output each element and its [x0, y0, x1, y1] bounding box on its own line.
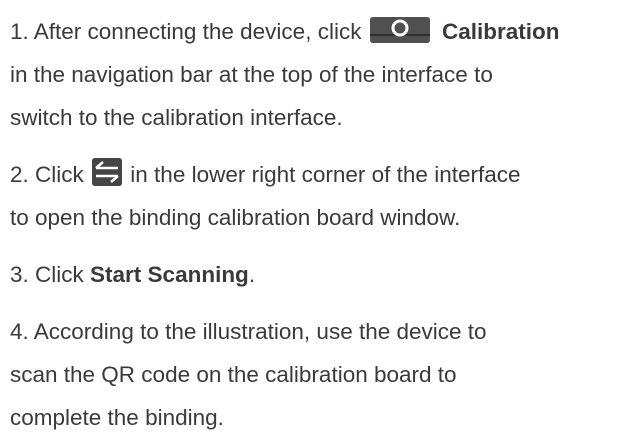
step-4: 4. According to the illustration, use th… [10, 310, 634, 439]
instruction-steps: 1. After connecting the device, click Ca… [0, 0, 634, 439]
step-1-number: 1. [10, 19, 29, 44]
swap-arrows-icon [92, 158, 123, 186]
step-4-number: 4. [10, 319, 29, 344]
step-2-text-post: in the lower right corner of the interfa… [130, 162, 521, 187]
step-3-text-pre: Click [35, 262, 91, 287]
step-3: 3. Click Start Scanning. [10, 253, 634, 296]
step-3-number: 3. [10, 262, 29, 287]
step-2-number: 2. [10, 162, 29, 187]
calibration-icon [369, 17, 430, 43]
step-3-line-1: 3. Click Start Scanning. [10, 253, 634, 296]
step-3-text-post: . [248, 262, 256, 287]
step-4-text-1: According to the illustration, use the d… [33, 319, 487, 344]
step-4-line-1: 4. According to the illustration, use th… [10, 310, 634, 353]
step-4-line-3: complete the binding. [10, 405, 224, 430]
step-2-line-1: 2. Click in the lower right corner of th… [10, 153, 634, 196]
step-2: 2. Click in the lower right corner of th… [10, 153, 634, 239]
step-1-text-pre: After connecting the device, click [33, 19, 368, 44]
step-1-line-2: in the navigation bar at the top of the … [10, 62, 493, 87]
step-1-line-1: 1. After connecting the device, click Ca… [10, 10, 634, 53]
step-1-line-3: switch to the calibration interface. [10, 105, 343, 130]
step-4-line-2: scan the QR code on the calibration boar… [10, 362, 457, 387]
step-1: 1. After connecting the device, click Ca… [10, 10, 634, 139]
start-scanning-label: Start Scanning [90, 262, 249, 287]
step-2-line-2: to open the binding calibration board wi… [10, 205, 461, 230]
calibration-label: Calibration [441, 19, 560, 44]
step-2-text-pre: Click [35, 162, 91, 187]
